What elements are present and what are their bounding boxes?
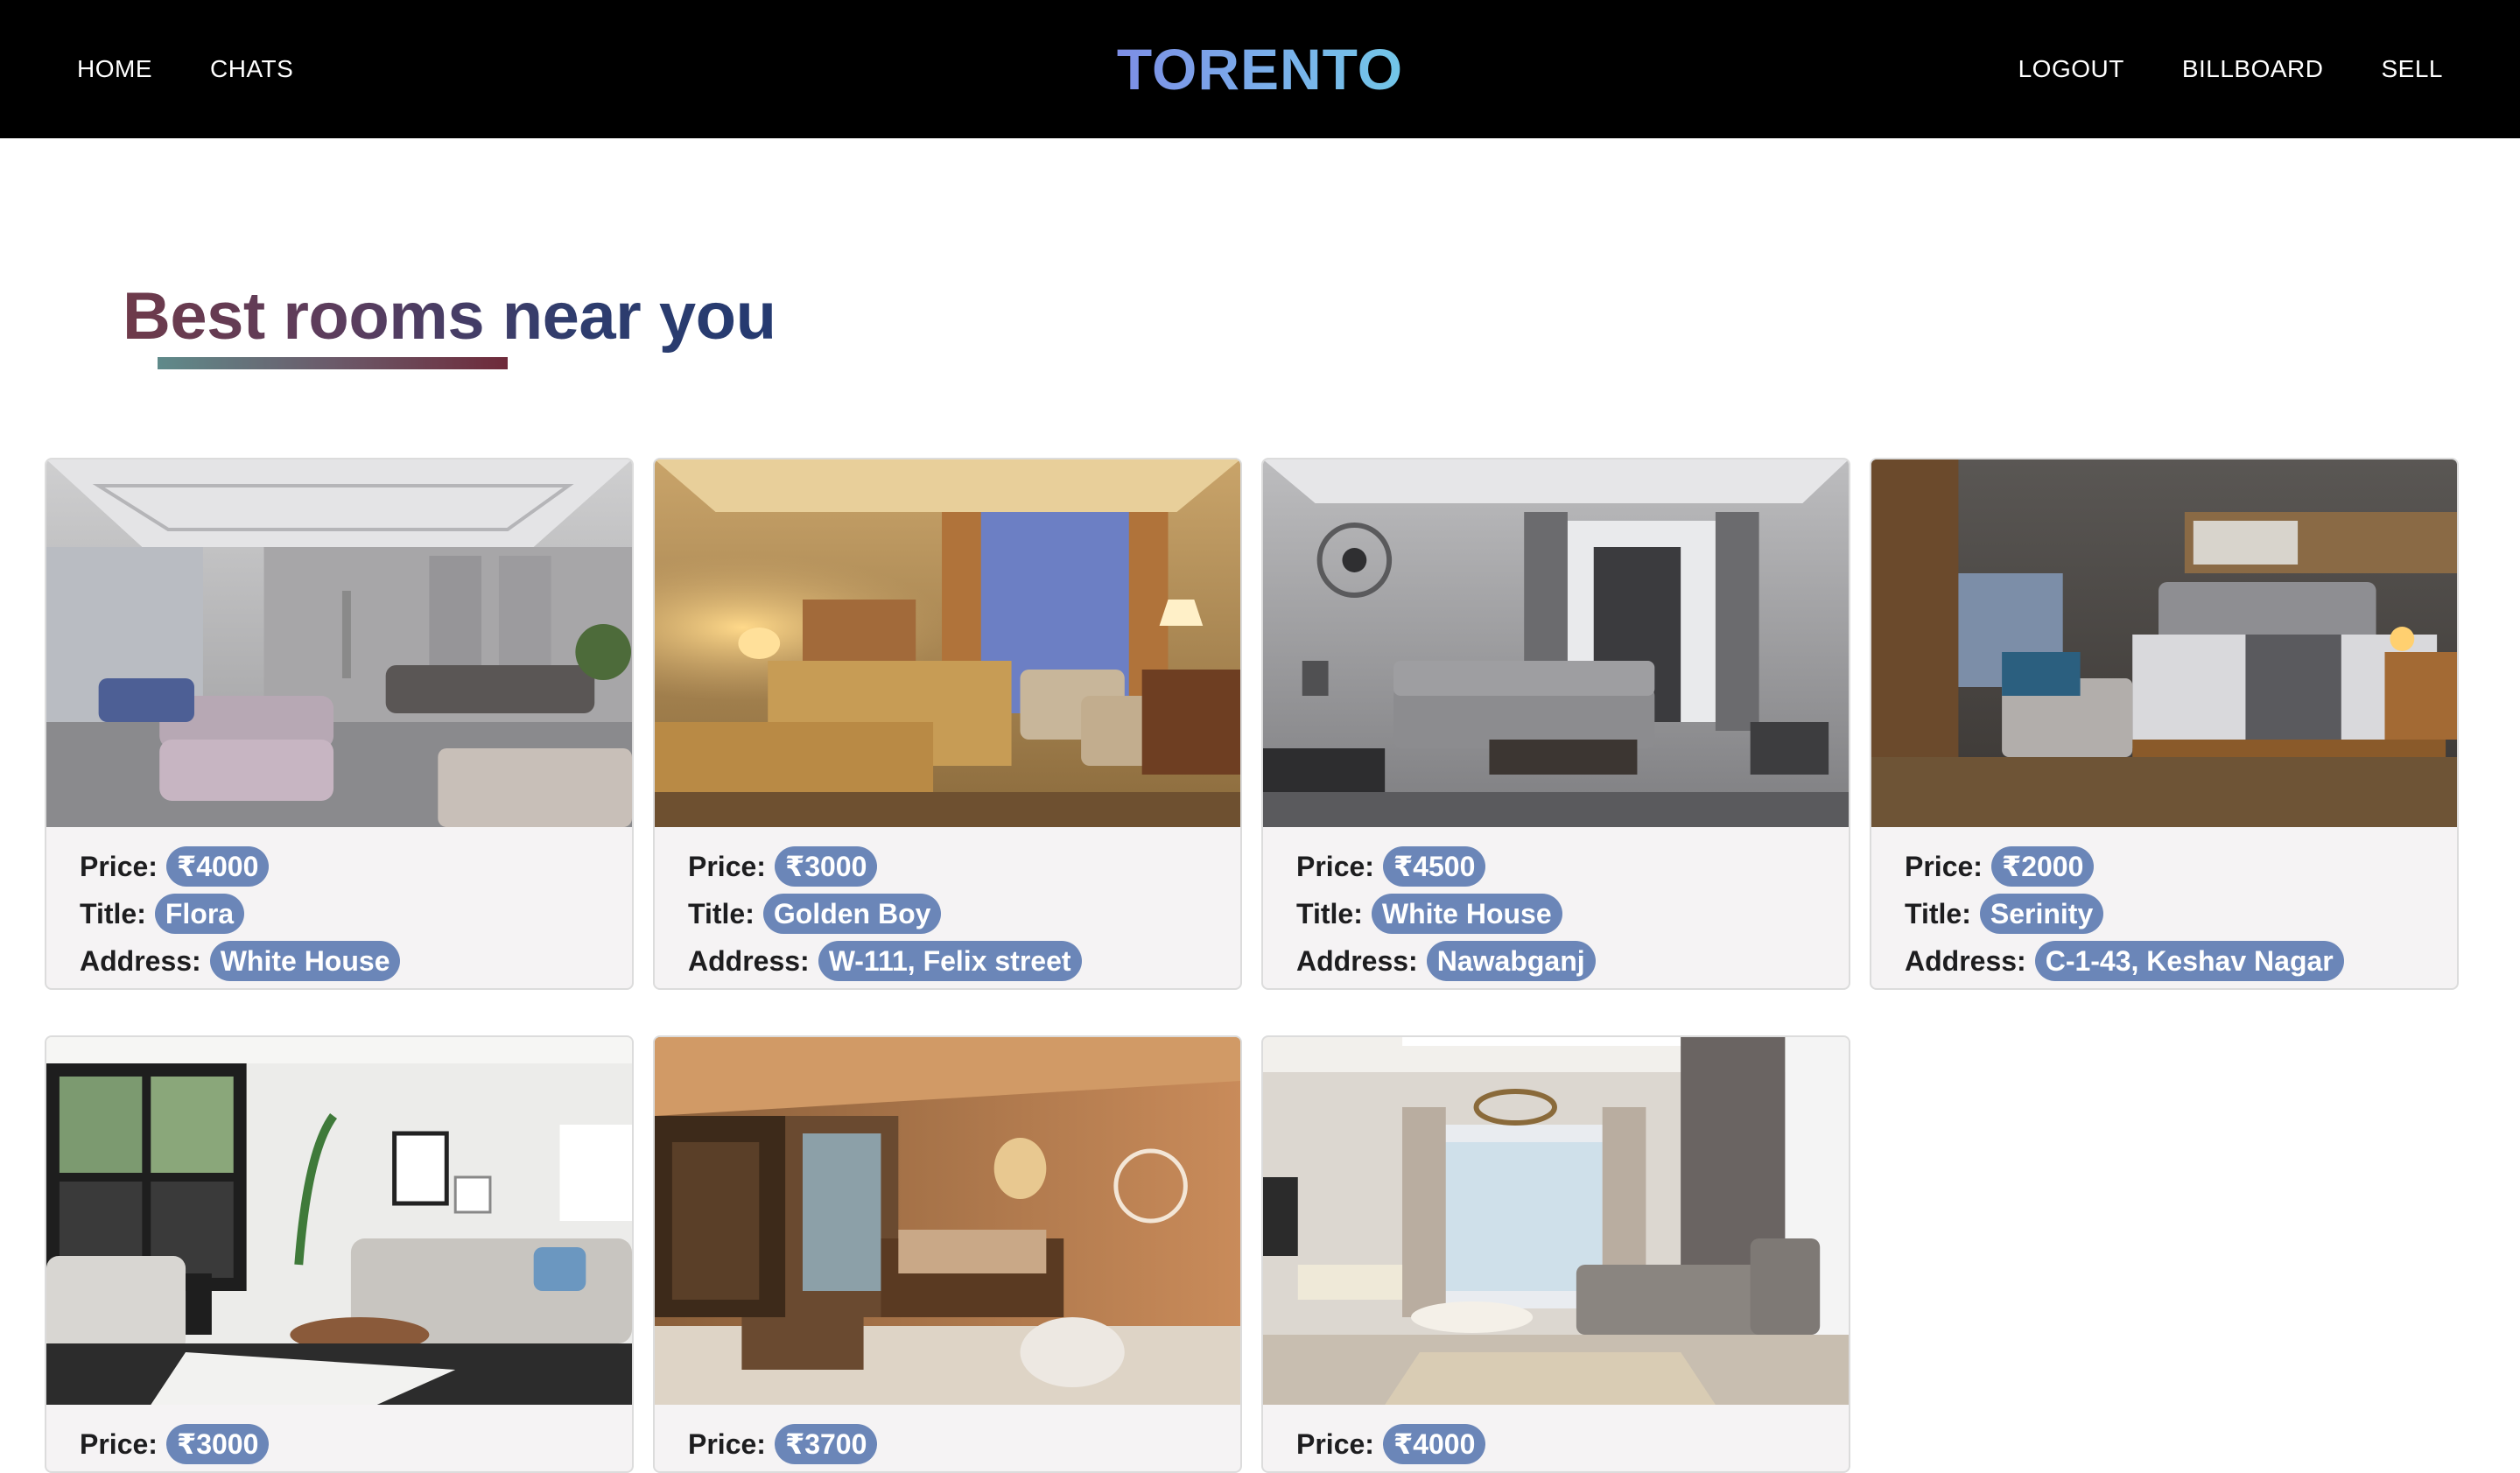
price-value: ₹2000 [1990,846,2095,887]
room-info: Price: ₹4500 Title: White House Address:… [1263,827,1849,988]
title-label: Title: [688,897,755,929]
title-row: Title: Serinity [1905,890,2424,937]
address-label: Address: [80,944,201,977]
room-photo [1263,1037,1849,1405]
price-value: ₹3700 [774,1424,878,1464]
room-info: Price: ₹4000 Title: Flora Address: White… [46,827,632,988]
title-value: Flora [154,894,245,934]
price-label: Price: [80,1427,158,1460]
room-photo [655,1037,1240,1405]
price-row: Price: ₹3000 [80,1420,599,1468]
rooms-grid: Price: ₹4000 Title: Flora Address: White… [0,0,2520,1473]
title-row: Title: Flora [80,890,599,937]
room-info: Price: ₹3700 [655,1405,1240,1471]
price-value: ₹3000 [165,1424,270,1464]
address-row: Address: C-1-43, Keshav Nagar [1905,937,2424,985]
price-row: Price: ₹2000 [1905,843,2424,890]
price-value: ₹4000 [165,846,270,887]
room-photo-image [655,459,1240,827]
room-card[interactable]: Price: ₹3000 [45,1035,634,1473]
title-row: Title: White House [1296,890,1815,937]
room-photo-image [1263,1037,1849,1405]
price-label: Price: [1905,850,1983,882]
room-card[interactable]: Price: ₹4000 [1261,1035,1850,1473]
price-row: Price: ₹4000 [80,843,599,890]
title-value: Golden Boy [762,894,942,934]
price-row: Price: ₹3000 [688,843,1207,890]
room-info: Price: ₹2000 Title: Serinity Address: C-… [1871,827,2457,988]
room-photo-image [655,1037,1240,1405]
address-row: Address: Nawabganj [1296,937,1815,985]
title-row: Title: Golden Boy [688,890,1207,937]
address-value: W-111, Felix street [818,941,1082,981]
room-photo [1263,459,1849,827]
address-label: Address: [688,944,810,977]
price-row: Price: ₹4500 [1296,843,1815,890]
title-label: Title: [80,897,146,929]
room-photo [1871,459,2457,827]
room-info: Price: ₹3000 [46,1405,632,1471]
price-label: Price: [688,1427,766,1460]
address-row: Address: W-111, Felix street [688,937,1207,985]
room-info: Price: ₹3000 Title: Golden Boy Address: … [655,827,1240,988]
title-value: Serinity [1979,894,2104,934]
address-value: White House [209,941,401,981]
address-row: Address: White House [80,937,599,985]
room-photo [46,459,632,827]
room-photo-image [46,459,632,827]
price-value: ₹4000 [1382,1424,1486,1464]
room-card[interactable]: Price: ₹4500 Title: White House Address:… [1261,458,1850,990]
address-value: Nawabganj [1426,941,1596,981]
price-label: Price: [80,850,158,882]
price-value: ₹4500 [1382,846,1486,887]
room-photo [655,459,1240,827]
address-label: Address: [1905,944,2026,977]
title-label: Title: [1905,897,1971,929]
room-card[interactable]: Price: ₹3000 Title: Golden Boy Address: … [653,458,1242,990]
title-label: Title: [1296,897,1363,929]
price-row: Price: ₹4000 [1296,1420,1815,1468]
price-value: ₹3000 [774,846,878,887]
price-label: Price: [688,850,766,882]
room-info: Price: ₹4000 [1263,1405,1849,1471]
room-photo-image [1871,459,2457,827]
price-label: Price: [1296,850,1374,882]
address-label: Address: [1296,944,1418,977]
title-value: White House [1371,894,1562,934]
room-card[interactable]: Price: ₹4000 Title: Flora Address: White… [45,458,634,990]
room-card[interactable]: Price: ₹2000 Title: Serinity Address: C-… [1870,458,2459,990]
room-photo-image [1263,459,1849,827]
price-row: Price: ₹3700 [688,1420,1207,1468]
room-photo-image [46,1037,632,1405]
price-label: Price: [1296,1427,1374,1460]
room-card[interactable]: Price: ₹3700 [653,1035,1242,1473]
address-value: C-1-43, Keshav Nagar [2034,941,2344,981]
room-photo [46,1037,632,1405]
